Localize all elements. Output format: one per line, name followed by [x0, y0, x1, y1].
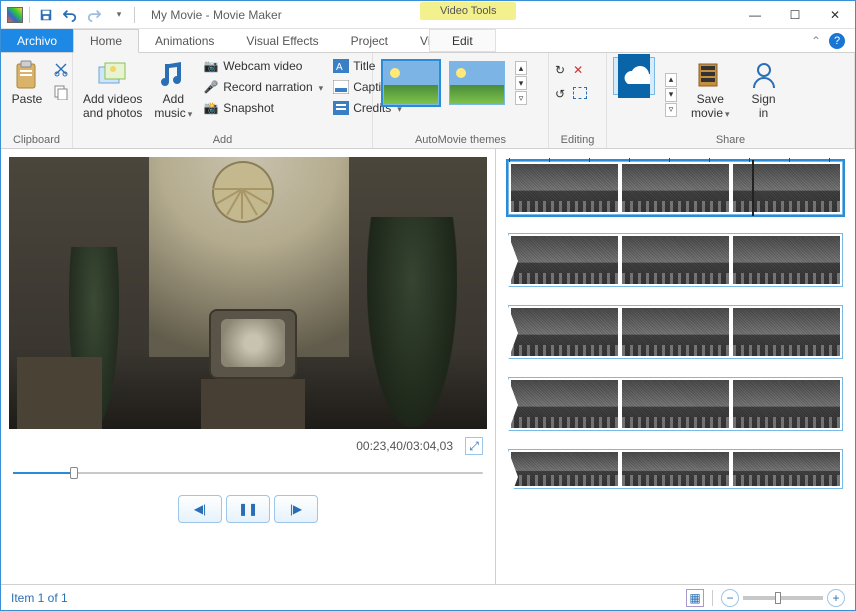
- tab-edit[interactable]: Edit: [429, 29, 496, 52]
- ribbon: Paste Clipboard Add videos and photos Ad…: [1, 53, 855, 149]
- add-videos-button[interactable]: Add videos and photos: [79, 57, 146, 123]
- share-scroll-down[interactable]: ▾: [665, 88, 677, 102]
- status-bar: Item 1 of 1 ▦ − +: [1, 584, 855, 610]
- theme-scroll-up[interactable]: ▴: [515, 61, 527, 75]
- webcam-icon: 📷: [203, 58, 219, 74]
- timeline-clip[interactable]: [508, 161, 843, 215]
- save-movie-label: Save movie: [691, 93, 730, 121]
- clipboard-icon: [11, 59, 43, 91]
- view-thumbnails-icon[interactable]: ▦: [686, 589, 704, 607]
- tab-project[interactable]: Project: [335, 29, 404, 52]
- group-clipboard-label: Clipboard: [7, 132, 66, 146]
- microphone-icon: 🎤: [203, 79, 219, 95]
- timeline-pane[interactable]: [496, 149, 855, 584]
- automovie-theme-2[interactable]: [449, 61, 505, 105]
- share-scroll-up[interactable]: ▴: [665, 73, 677, 87]
- next-frame-button[interactable]: |▶: [274, 495, 318, 523]
- photos-icon: [97, 59, 129, 91]
- pause-button[interactable]: ❚❚: [226, 495, 270, 523]
- theme-expand[interactable]: ▿: [515, 91, 527, 105]
- maximize-button[interactable]: ☐: [775, 1, 815, 29]
- app-icon: [7, 7, 23, 23]
- credits-icon: [333, 100, 349, 116]
- person-icon: [748, 59, 780, 91]
- qat-undo-icon[interactable]: [60, 5, 80, 25]
- status-item-count: Item 1 of 1: [11, 591, 68, 605]
- tab-file[interactable]: Archivo: [1, 29, 73, 52]
- cut-icon[interactable]: [51, 59, 71, 79]
- playback-time: 00:23,40/03:04,03: [356, 439, 453, 453]
- playback-scrubber[interactable]: [13, 463, 483, 483]
- zoom-in-button[interactable]: +: [827, 589, 845, 607]
- video-preview[interactable]: [9, 157, 487, 429]
- group-editing-label: Editing: [555, 132, 600, 146]
- main-area: 00:23,40/03:04,03 ⤢ ◀| ❚❚ |▶: [1, 149, 855, 584]
- timeline-clip[interactable]: [508, 305, 843, 359]
- close-button[interactable]: ✕: [815, 1, 855, 29]
- music-icon: [157, 59, 189, 91]
- save-movie-button[interactable]: Save movie: [687, 57, 734, 123]
- paste-button[interactable]: Paste: [7, 57, 47, 109]
- add-music-label: Add music: [154, 93, 192, 121]
- help-icon[interactable]: ?: [829, 33, 845, 49]
- window-title: My Movie - Movie Maker: [151, 8, 282, 22]
- sign-in-button[interactable]: Sign in: [744, 57, 784, 123]
- title-icon: A: [333, 58, 349, 74]
- fullscreen-icon[interactable]: ⤢: [465, 437, 483, 455]
- qat-redo-icon[interactable]: [84, 5, 104, 25]
- ribbon-tabs: Archivo Home Animations Visual Effects P…: [1, 29, 855, 53]
- titlebar: My Movie - Movie Maker Video Tools — ☐ ✕: [1, 1, 855, 29]
- svg-text:A: A: [336, 62, 343, 73]
- timeline-clip[interactable]: [508, 377, 843, 431]
- automovie-theme-1[interactable]: [383, 61, 439, 105]
- zoom-out-button[interactable]: −: [721, 589, 739, 607]
- ribbon-collapse-icon[interactable]: ⌃: [811, 34, 821, 48]
- tab-visual-effects[interactable]: Visual Effects: [230, 29, 334, 52]
- snapshot-icon: 📸: [203, 100, 219, 116]
- webcam-video-button[interactable]: 📷Webcam video: [200, 57, 326, 75]
- add-videos-label: Add videos and photos: [83, 93, 142, 121]
- film-reel-icon: [694, 59, 726, 91]
- context-tab-header: Video Tools: [420, 2, 516, 20]
- share-onedrive-button[interactable]: [613, 57, 655, 95]
- zoom-slider[interactable]: [743, 596, 823, 600]
- record-narration-button[interactable]: 🎤Record narration: [200, 78, 326, 96]
- group-themes-label: AutoMovie themes: [379, 132, 542, 146]
- copy-icon[interactable]: [51, 82, 71, 102]
- onedrive-icon: [618, 60, 650, 92]
- group-add-label: Add: [79, 132, 366, 146]
- timeline-clip[interactable]: [508, 233, 843, 287]
- tab-home[interactable]: Home: [73, 29, 139, 53]
- prev-frame-button[interactable]: ◀|: [178, 495, 222, 523]
- rotate-right-icon[interactable]: ↺: [555, 87, 565, 101]
- share-expand[interactable]: ▿: [665, 103, 677, 117]
- timeline-playhead[interactable]: [752, 160, 754, 216]
- timeline-clip[interactable]: [508, 449, 843, 489]
- minimize-button[interactable]: —: [735, 1, 775, 29]
- qat-customize-dropdown[interactable]: [108, 5, 128, 25]
- delete-icon[interactable]: ✕: [573, 63, 583, 77]
- tab-animations[interactable]: Animations: [139, 29, 230, 52]
- theme-scroll-down[interactable]: ▾: [515, 76, 527, 90]
- add-music-button[interactable]: Add music: [150, 57, 196, 123]
- paste-label: Paste: [12, 93, 43, 107]
- select-all-icon[interactable]: [573, 87, 587, 99]
- preview-pane: 00:23,40/03:04,03 ⤢ ◀| ❚❚ |▶: [1, 149, 496, 584]
- caption-icon: [333, 79, 349, 95]
- sign-in-label: Sign in: [752, 93, 776, 121]
- group-share-label: Share: [613, 132, 848, 146]
- snapshot-button[interactable]: 📸Snapshot: [200, 99, 326, 117]
- qat-save-icon[interactable]: [36, 5, 56, 25]
- rotate-left-icon[interactable]: ↻: [555, 63, 565, 77]
